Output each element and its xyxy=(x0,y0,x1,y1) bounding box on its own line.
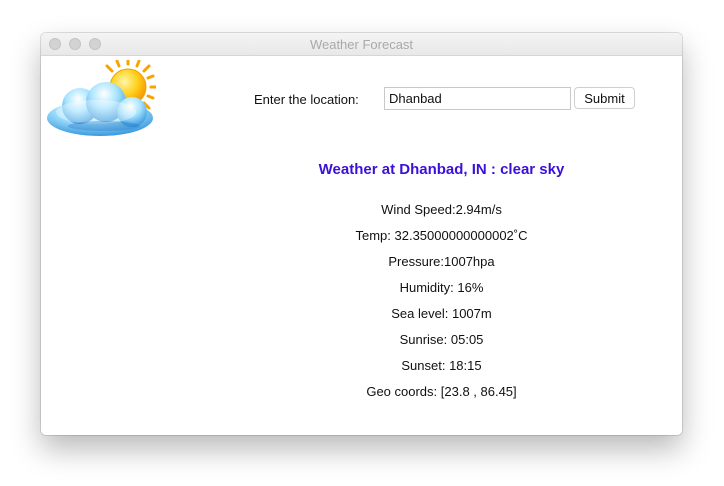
app-window: Weather Forecast Enter the location: Dha… xyxy=(41,33,682,435)
sunset-text: Sunset: 18:15 xyxy=(401,358,482,373)
main-content: Enter the location: Submit Weather at Dh… xyxy=(41,56,682,435)
location-label: Enter the location: xyxy=(254,92,359,107)
title-bar[interactable]: Weather Forecast xyxy=(41,33,682,56)
humidity-text: Humidity: 16% xyxy=(399,280,484,295)
geo-coords-text: Geo coords: [23.8 , 86.45] xyxy=(366,384,517,399)
weather-headline: Weather at Dhanbad, IN : clear sky xyxy=(318,161,565,178)
temperature-text: Temp: 32.35000000000002˚C xyxy=(355,228,528,243)
sea-level-text: Sea level: 1007m xyxy=(391,306,492,321)
wind-speed-text: Wind Speed:2.94m/s xyxy=(381,202,502,217)
pressure-text: Pressure:1007hpa xyxy=(388,254,495,269)
submit-button[interactable]: Submit xyxy=(574,87,635,109)
window-title: Weather Forecast xyxy=(309,37,414,52)
sun-behind-cloud-icon xyxy=(47,60,156,136)
sunrise-text: Sunrise: 05:05 xyxy=(399,332,484,347)
location-input[interactable] xyxy=(384,87,571,110)
